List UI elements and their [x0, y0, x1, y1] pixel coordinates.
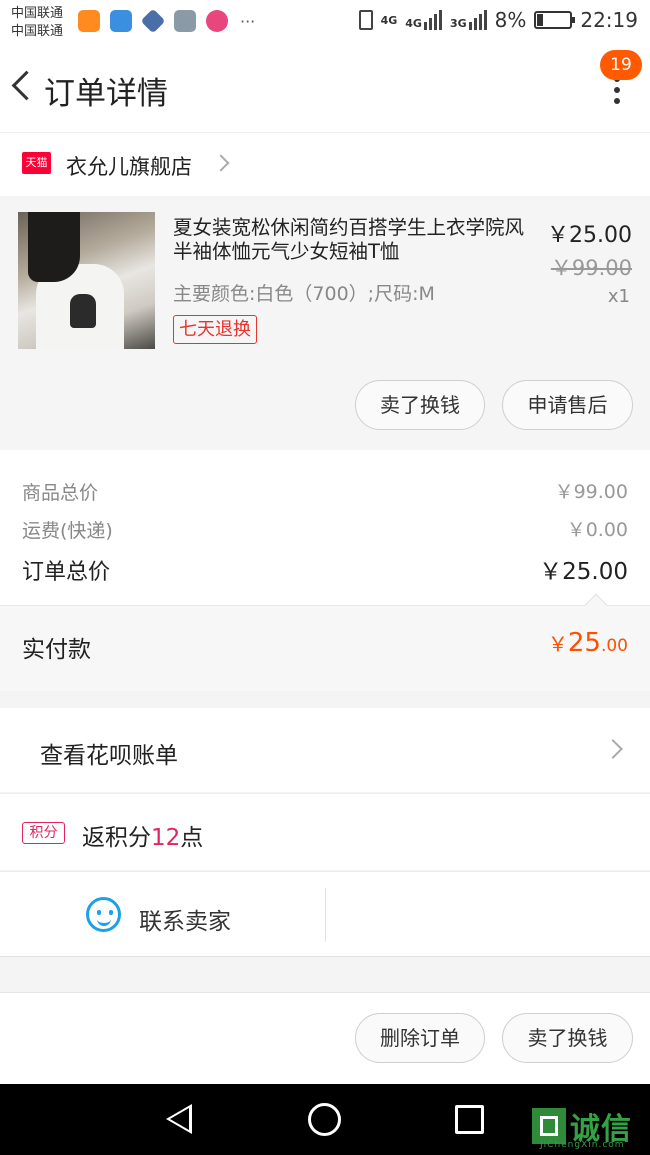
shop-row[interactable]: 天猫 衣允儿旗舰店 [0, 132, 650, 196]
points-amount: 12 [151, 825, 181, 851]
status-bar: 中国联通 中国联通 ··· 4G 4G 3G 8% 22:19 [0, 0, 650, 46]
notification-icons: ··· [78, 8, 256, 34]
order-total-value: ￥25.00 [539, 559, 628, 585]
contact-row: 联系卖家 [0, 871, 650, 957]
contact-seller-icon[interactable] [86, 897, 121, 932]
more-notifications: ··· [240, 11, 256, 31]
battery-icon [534, 11, 576, 29]
back-icon[interactable] [6, 66, 36, 106]
after-sale-button[interactable]: 申请售后 [502, 380, 633, 430]
paid-amount-row: 实付款 ￥25.00 [0, 593, 650, 691]
shipping-value: ￥0.00 [566, 519, 628, 541]
goods-total-value: ￥99.00 [554, 481, 628, 503]
carrier-2: 中国联通 [11, 24, 64, 39]
shop-name[interactable]: 衣允儿旗舰店 [66, 151, 192, 181]
resell-button-bottom[interactable]: 卖了换钱 [502, 1013, 633, 1063]
more-icon[interactable] [612, 76, 622, 104]
points-row: 积分 返积分12点 [0, 793, 650, 870]
paid-integer: 25 [567, 628, 601, 658]
huabei-bill-row[interactable]: 查看花呗账单 [0, 708, 650, 792]
network-type-3: 3G [449, 17, 467, 30]
watermark-logo-icon [532, 1108, 566, 1144]
paid-value: ￥25.00 [548, 628, 628, 658]
paid-currency: ￥ [547, 632, 568, 656]
price-summary: 商品总价 ￥99.00 运费(快递) ￥0.00 订单总价 ￥25.00 [0, 450, 650, 605]
chevron-right-icon [603, 739, 623, 759]
shipping-label: 运费(快递) [22, 520, 113, 542]
carrier-info: 中国联通 中国联通 [11, 5, 63, 41]
system-status: 4G 4G 3G 8% 22:19 [358, 8, 638, 32]
signal-icon: 4G [405, 10, 442, 30]
product-thumbnail[interactable] [18, 212, 155, 349]
points-suffix: 点 [180, 825, 204, 851]
header: 订单详情 19 [0, 46, 650, 132]
notif-app-icon [78, 10, 100, 32]
carrier-1: 中国联通 [11, 6, 64, 21]
contact-seller-button[interactable]: 联系卖家 [139, 902, 231, 936]
notif-chat-icon [206, 10, 228, 32]
chevron-right-icon [212, 154, 230, 172]
network-type-2: 4G [405, 17, 422, 30]
seven-day-return-tag: 七天退换 [173, 315, 257, 344]
notif-health-icon [110, 10, 132, 32]
tmall-icon: 天猫 [22, 152, 51, 174]
order-total-label: 订单总价 [22, 560, 111, 585]
clock: 22:19 [580, 8, 638, 32]
divider [325, 888, 326, 942]
notif-diamond-icon [140, 8, 166, 34]
paid-label: 实付款 [22, 637, 91, 663]
huabei-bill-label[interactable]: 查看花呗账单 [40, 736, 178, 770]
product-original-price: ￥99.00 [550, 256, 632, 280]
signal-icon-2: 3G [450, 10, 487, 30]
resell-button[interactable]: 卖了换钱 [355, 380, 485, 430]
order-actions-bar: 删除订单 卖了换钱 [0, 992, 650, 1084]
battery-percent: 8% [494, 8, 527, 32]
product-item[interactable]: 夏女装宽松休闲简约百搭学生上衣学院风半袖体恤元气少女短袖T恤 ￥25.00 ￥9… [0, 200, 650, 450]
message-count-badge: 19 [600, 50, 642, 80]
product-spec: 主要颜色:白色（700）;尺码:M [173, 283, 435, 305]
points-icon: 积分 [22, 822, 65, 844]
product-price: ￥25.00 [547, 223, 632, 248]
goods-total-label: 商品总价 [22, 482, 99, 504]
nav-home-icon[interactable] [308, 1103, 341, 1136]
nav-back-icon[interactable] [166, 1104, 192, 1134]
vibrate-icon [358, 10, 373, 30]
product-title[interactable]: 夏女装宽松休闲简约百搭学生上衣学院风半袖体恤元气少女短袖T恤 [173, 216, 525, 264]
network-type-1: 4G [380, 13, 398, 27]
paid-decimal: .00 [600, 636, 628, 656]
notif-gallery-icon [174, 10, 196, 32]
nav-recent-icon[interactable] [455, 1105, 484, 1134]
points-text: 返积分12点 [82, 818, 203, 852]
page-title: 订单详情 [44, 76, 168, 112]
delete-order-button[interactable]: 删除订单 [355, 1013, 485, 1063]
points-prefix: 返积分 [82, 825, 151, 851]
product-quantity: x1 [607, 286, 630, 307]
watermark-sub: JiChengXin.com [540, 1140, 625, 1150]
